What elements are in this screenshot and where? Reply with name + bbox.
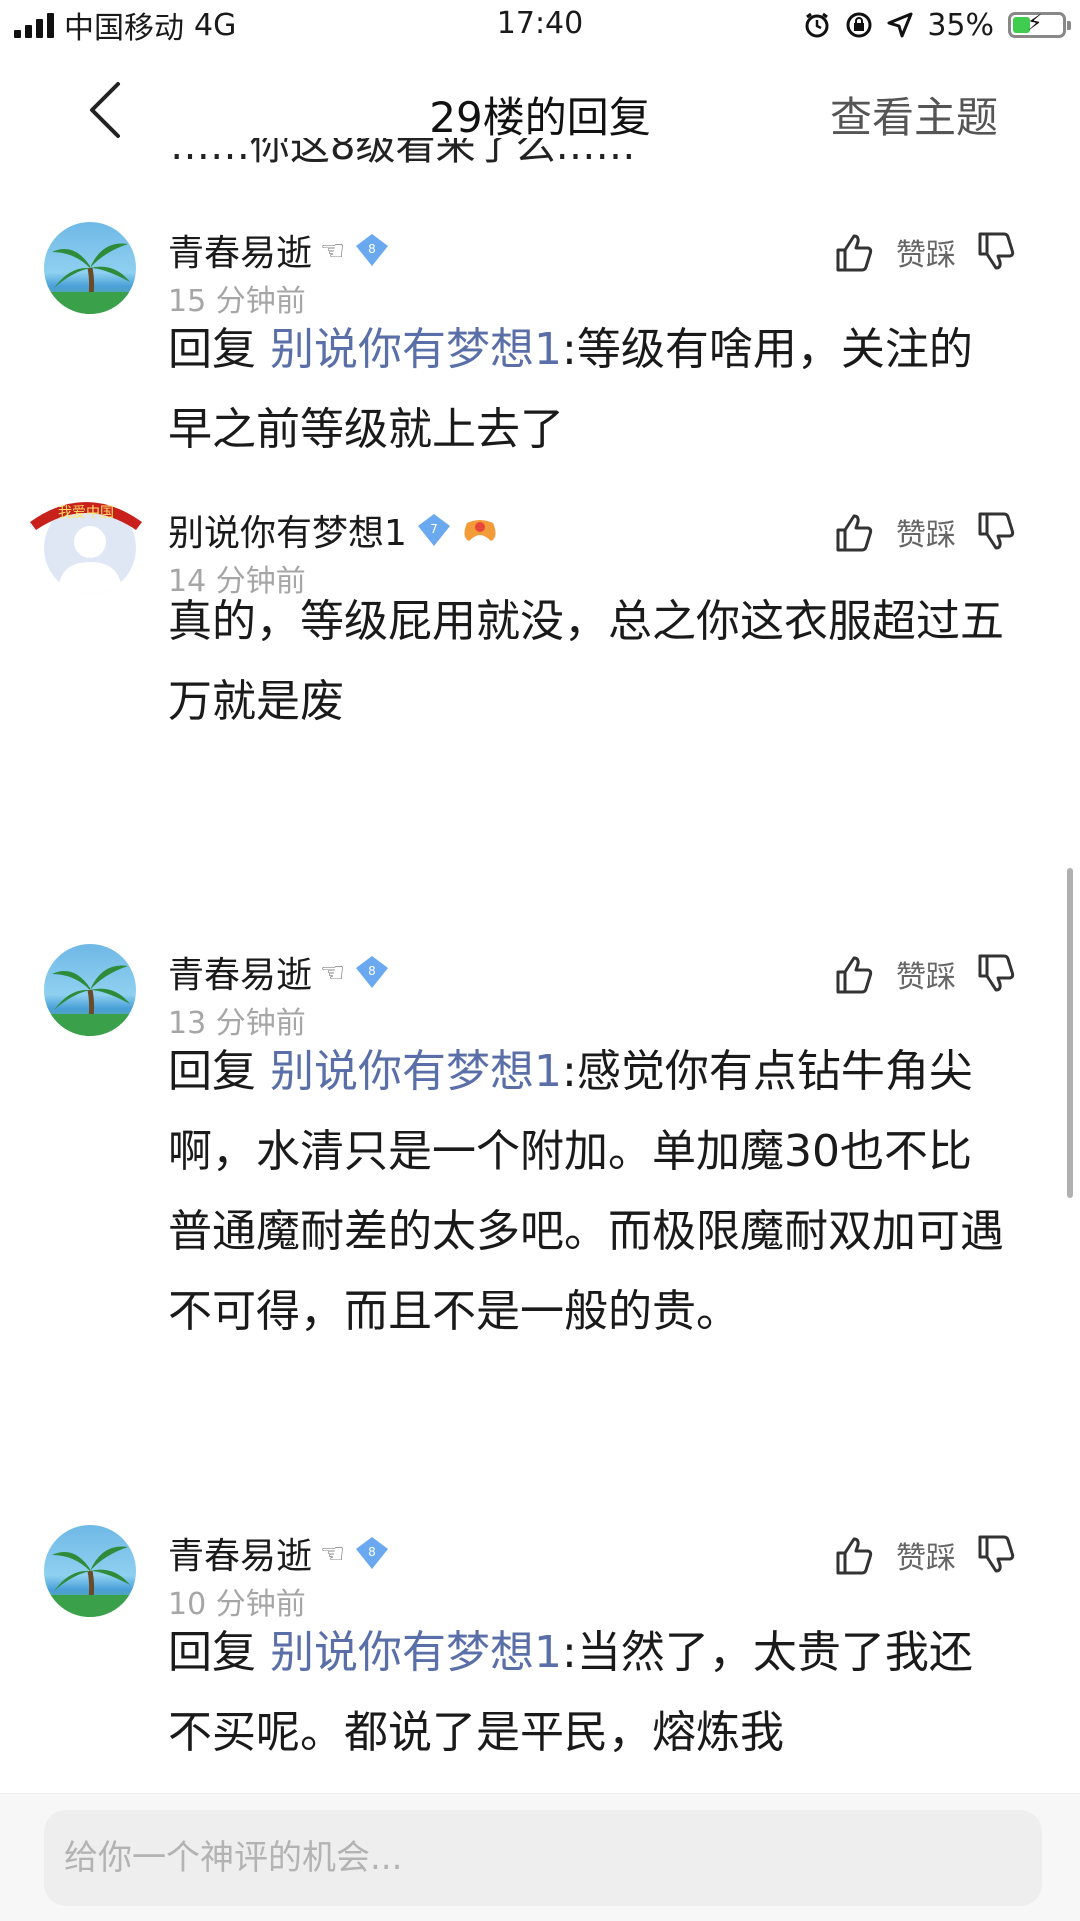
level-badge-icon: 7 bbox=[417, 514, 450, 546]
like-dislike-label: 赞踩 bbox=[896, 1541, 956, 1576]
thumbs-down-icon[interactable] bbox=[974, 510, 1018, 554]
status-right: 35% ⚡ bbox=[803, 6, 1071, 44]
avatar-badge-banner: 我爱中国 bbox=[30, 502, 142, 530]
palm-tree-icon bbox=[44, 243, 136, 314]
thumbs-up-icon[interactable] bbox=[832, 230, 876, 274]
user-row: 别说你有梦想1 7 bbox=[168, 506, 499, 554]
svg-text:8: 8 bbox=[368, 242, 376, 256]
rotation-lock-icon bbox=[846, 12, 872, 38]
username[interactable]: 别说你有梦想1 bbox=[168, 504, 407, 556]
svg-text:7: 7 bbox=[430, 522, 438, 536]
reply-to-link[interactable]: 别说你有梦想1 bbox=[270, 1627, 562, 1678]
comment-text: 回复 别说你有梦想1:感觉你有点钻牛角尖啊，水清只是一个附加。单加魔30也不比普… bbox=[168, 1046, 1004, 1337]
svg-text:我爱中国: 我爱中国 bbox=[58, 505, 114, 521]
charging-bolt-icon: ⚡ bbox=[1027, 11, 1043, 36]
palm-tree-icon bbox=[44, 965, 136, 1036]
username[interactable]: 青春易逝 bbox=[168, 1527, 312, 1579]
thumbs-up-icon[interactable] bbox=[832, 1533, 876, 1577]
battery-icon: ⚡ bbox=[1008, 11, 1071, 38]
comment-text: 回复 别说你有梦想1:当然了，太贵了我还不买呢。都说了是平民，熔炼我 bbox=[168, 1627, 973, 1758]
thumbs-down-icon[interactable] bbox=[974, 1533, 1018, 1577]
comment-input-bar bbox=[0, 1793, 1080, 1921]
avatar[interactable] bbox=[44, 1525, 136, 1617]
thumbs-up-icon[interactable] bbox=[832, 510, 876, 554]
level-badge-icon: 8 bbox=[356, 234, 389, 266]
pointing-hand-icon: ☜ bbox=[320, 233, 346, 267]
user-row: 青春易逝 ☜ 8 bbox=[168, 1529, 391, 1577]
comment-text: 真的，等级屁用就没，总之你这衣服超过五万就是废 bbox=[168, 596, 1004, 727]
vote-actions: 赞踩 bbox=[832, 510, 1018, 554]
comment-input[interactable] bbox=[44, 1810, 1042, 1906]
palm-tree-icon bbox=[44, 1546, 136, 1617]
pointing-hand-icon: ☜ bbox=[320, 1536, 346, 1570]
user-row: 青春易逝 ☜ 8 bbox=[168, 948, 391, 996]
user-row: 青春易逝 ☜ 8 bbox=[168, 226, 391, 274]
svg-text:8: 8 bbox=[368, 1545, 376, 1559]
avatar[interactable] bbox=[44, 222, 136, 314]
like-dislike-label: 赞踩 bbox=[896, 238, 956, 273]
thumbs-down-icon[interactable] bbox=[974, 230, 1018, 274]
clipped-previous-text: ……你这8级看来了么…… bbox=[170, 138, 636, 169]
scrollbar[interactable] bbox=[1067, 868, 1073, 1198]
game-controller-icon bbox=[464, 520, 496, 541]
alarm-icon bbox=[805, 12, 829, 38]
level-badge-icon: 8 bbox=[356, 1537, 389, 1569]
level-badge-icon: 8 bbox=[356, 956, 389, 988]
pointing-hand-icon: ☜ bbox=[320, 955, 346, 989]
like-dislike-label: 赞踩 bbox=[896, 518, 956, 553]
avatar[interactable] bbox=[44, 944, 136, 1036]
thumbs-down-icon[interactable] bbox=[974, 952, 1018, 996]
view-topic-button[interactable]: 查看主题 bbox=[830, 84, 998, 145]
like-dislike-label: 赞踩 bbox=[896, 960, 956, 995]
vote-actions: 赞踩 bbox=[832, 952, 1018, 996]
location-icon bbox=[887, 12, 913, 38]
vote-actions: 赞踩 bbox=[832, 230, 1018, 274]
reply-to-link[interactable]: 别说你有梦想1 bbox=[270, 324, 562, 375]
svg-text:8: 8 bbox=[368, 964, 376, 978]
username[interactable]: 青春易逝 bbox=[168, 224, 312, 276]
battery-percent: 35% bbox=[927, 7, 994, 43]
thumbs-up-icon[interactable] bbox=[832, 952, 876, 996]
vote-actions: 赞踩 bbox=[832, 1533, 1018, 1577]
comment-text: 回复 别说你有梦想1:等级有啥用，关注的早之前等级就上去了 bbox=[168, 324, 973, 455]
username[interactable]: 青春易逝 bbox=[168, 946, 312, 998]
reply-to-link[interactable]: 别说你有梦想1 bbox=[270, 1046, 562, 1097]
status-bar: 中国移动 4G 17:40 35% ⚡ bbox=[0, 0, 1080, 50]
